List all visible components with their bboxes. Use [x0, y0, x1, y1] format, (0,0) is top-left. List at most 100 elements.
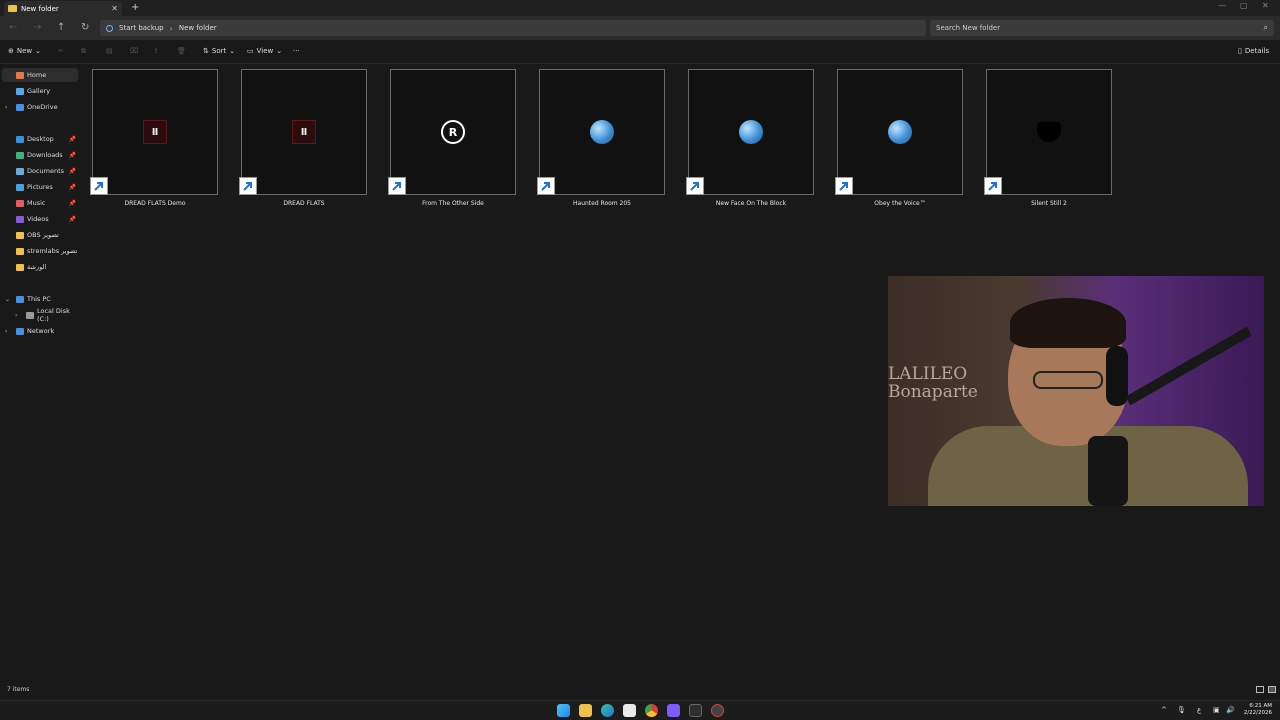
language-indicator[interactable]: ع [1197, 706, 1201, 714]
title-bar: New folder ✕ + — ▢ ✕ [0, 0, 1280, 16]
discord-icon[interactable] [667, 704, 680, 717]
chevron-right-icon[interactable]: › [5, 104, 7, 111]
maximize-button[interactable]: ▢ [1240, 1, 1248, 10]
sidebar-item-local-disk-c[interactable]: › Local Disk (C:) [2, 307, 78, 323]
cut-icon[interactable]: ✂ [58, 47, 64, 55]
file-thumbnail: R [390, 69, 516, 195]
search-box[interactable]: Search New folder ⌕ [930, 20, 1274, 36]
microphone [1088, 436, 1128, 506]
chevron-down-icon[interactable]: ⌄ [5, 296, 10, 303]
file-thumbnail: Ⅱ [241, 69, 367, 195]
sort-icon: ⇅ [203, 47, 209, 55]
sidebar-item-music[interactable]: Music 📌 [2, 196, 78, 210]
address-bar[interactable]: Start backup › New folder [100, 20, 926, 36]
view-button[interactable]: ▭ View ⌄ [247, 47, 282, 55]
search-input[interactable]: Search New folder [936, 24, 1264, 32]
dread-flats-icon-graphic: Ⅱ [292, 120, 316, 144]
file-name: Haunted Room 205 [573, 200, 631, 207]
close-window-button[interactable]: ✕ [1262, 1, 1269, 10]
more-options-button[interactable]: ··· [293, 47, 300, 55]
sort-button[interactable]: ⇅ Sort ⌄ [203, 47, 235, 55]
sidebar-item-network[interactable]: › Network [2, 324, 78, 338]
sidebar-item-downloads[interactable]: Downloads 📌 [2, 148, 78, 162]
tab-close-button[interactable]: ✕ [111, 4, 118, 13]
chevron-right-icon[interactable]: › [15, 312, 17, 319]
shortcut-arrow-icon [388, 177, 406, 195]
new-button[interactable]: ⊕ New ⌄ [8, 47, 41, 55]
file-item[interactable]: R From The Other Side [388, 69, 516, 211]
sidebar-item-gallery[interactable]: Gallery [2, 84, 78, 98]
sidebar-item-obs[interactable]: OBS تصوير [2, 228, 78, 242]
sidebar-item-label: Home [27, 71, 47, 79]
item-count: 7 items [7, 686, 30, 693]
pin-icon: 📌 [68, 199, 76, 207]
details-button[interactable]: ▯ Details [1238, 47, 1269, 55]
sidebar-item-label: Videos [27, 215, 49, 223]
sidebar-item-videos[interactable]: Videos 📌 [2, 212, 78, 226]
copy-icon[interactable]: ⧉ [81, 47, 86, 56]
file-item[interactable]: Obey the Voice™ [835, 69, 963, 211]
refresh-button[interactable]: ↻ [81, 22, 89, 33]
sidebar-item-documents[interactable]: Documents 📌 [2, 164, 78, 178]
sidebar-item-stremlabs[interactable]: stremlabs تصوير [2, 244, 78, 258]
sidebar-item-[interactable]: الورشة [2, 260, 78, 274]
app-icon[interactable] [689, 704, 702, 717]
network-icon [16, 327, 24, 335]
obs-icon[interactable] [711, 704, 724, 717]
chrome-icon[interactable] [645, 704, 658, 717]
delete-icon[interactable]: 🗑 [177, 47, 186, 55]
tab-new-folder[interactable]: New folder ✕ [4, 1, 122, 16]
details-view-icon[interactable] [1256, 686, 1264, 693]
sidebar-item-this-pc[interactable]: ⌄ This PC [2, 292, 78, 306]
volume-icon[interactable]: 🔊 [1226, 706, 1235, 714]
webcam-overlay: LALILEO Bonaparte [888, 276, 1264, 506]
sidebar-item-onedrive[interactable]: › OneDrive [2, 100, 78, 114]
breadcrumb-start-backup[interactable]: Start backup [119, 24, 164, 32]
breadcrumb-new-folder[interactable]: New folder [179, 24, 217, 32]
start-icon[interactable] [557, 704, 570, 717]
file-item[interactable]: Ⅱ DREAD FLATS Demo [90, 69, 218, 211]
folder-icon [8, 5, 17, 12]
file-thumbnail [986, 69, 1112, 195]
share-icon[interactable]: ⇪ [153, 47, 159, 55]
disk-icon [26, 311, 34, 319]
minimize-button[interactable]: — [1218, 1, 1226, 10]
file-thumbnail [539, 69, 665, 195]
sidebar-item-pictures[interactable]: Pictures 📌 [2, 180, 78, 194]
person-hair [1010, 298, 1126, 348]
download-icon [16, 151, 24, 159]
file-item[interactable]: New Face On The Block [686, 69, 814, 211]
view-label: View [256, 47, 274, 55]
pin-icon: 📌 [68, 215, 76, 223]
file-name: From The Other Side [422, 200, 484, 207]
new-tab-button[interactable]: + [131, 2, 139, 13]
tab-label: New folder [21, 4, 59, 13]
file-explorer-icon[interactable] [579, 704, 592, 717]
paste-icon[interactable]: ▤ [106, 47, 113, 55]
up-button[interactable]: ↑ [57, 22, 65, 33]
file-name: New Face On The Block [715, 200, 787, 207]
rename-icon[interactable]: ⌧ [130, 47, 138, 55]
forward-button[interactable]: → [33, 22, 41, 33]
sidebar-item-home[interactable]: Home [2, 68, 78, 82]
folder-icon [16, 231, 24, 239]
back-button[interactable]: ← [9, 22, 17, 33]
clock[interactable]: 6:21 AM 2/22/2026 [1244, 703, 1272, 717]
sidebar-item-desktop[interactable]: Desktop 📌 [2, 132, 78, 146]
music-icon [16, 199, 24, 207]
sidebar-item-label: This PC [27, 295, 51, 303]
file-item[interactable]: Haunted Room 205 [537, 69, 665, 211]
store-icon[interactable] [623, 704, 636, 717]
status-bar: 7 items [0, 680, 1280, 700]
chevron-up-icon[interactable]: ^ [1161, 706, 1167, 714]
shortcut-arrow-icon [239, 177, 257, 195]
file-item[interactable]: Ⅱ DREAD FLATS [239, 69, 367, 211]
edge-icon[interactable] [601, 704, 614, 717]
file-item[interactable]: Silent Still 2 [984, 69, 1112, 211]
network-icon[interactable]: ▣ [1213, 706, 1220, 714]
chevron-right-icon[interactable]: › [5, 328, 7, 335]
tiles-view-icon[interactable] [1268, 686, 1276, 693]
breadcrumb-separator[interactable]: › [170, 24, 173, 33]
details-pane-icon: ▯ [1238, 47, 1242, 55]
microphone-icon[interactable]: 🎙 [1177, 706, 1186, 714]
